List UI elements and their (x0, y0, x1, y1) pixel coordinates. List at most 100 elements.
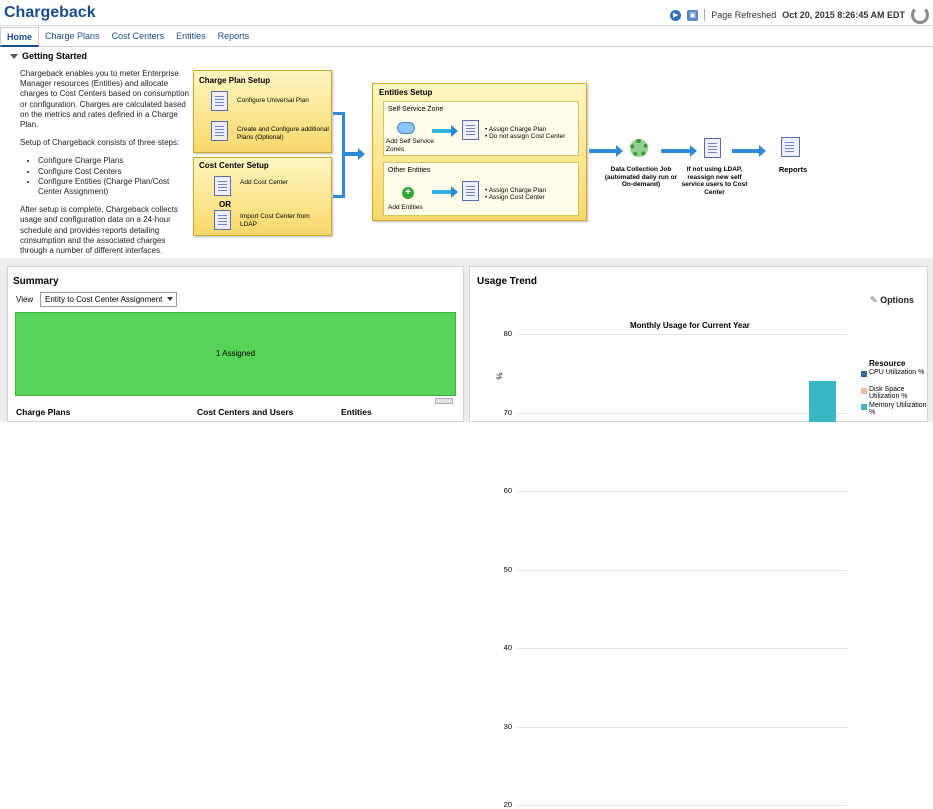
y-axis-label: % (495, 372, 505, 380)
y-tick-label: 20 (503, 800, 512, 809)
flow-arrow (661, 145, 697, 157)
view-label: View (16, 295, 34, 304)
self-service-zone-box: Self Service Zone Add Self Service Zones… (383, 101, 579, 156)
gs-steps: Configure Charge Plans Configure Cost Ce… (38, 156, 190, 197)
box-title: Cost Center Setup (199, 161, 269, 170)
flow-arrow (732, 145, 766, 157)
create-configure-label: Create and Configure additional Plans (O… (237, 126, 329, 141)
y-tick-label: 80 (503, 329, 512, 338)
slideshow-icon[interactable]: ▣ (687, 9, 699, 21)
header-tools: ▶ ▣ Page Refreshed Oct 20, 2015 8:26:45 … (670, 6, 929, 24)
chevron-down-icon (167, 297, 173, 301)
plan-document-icon (211, 91, 228, 111)
options-button[interactable]: ✎ Options (870, 295, 914, 306)
gs-step: Configure Entities (Charge Plan/Cost Cen… (38, 177, 190, 197)
refresh-icon[interactable] (911, 6, 929, 24)
setup-diagram: Charge Plan Setup Configure Universal Pl… (193, 67, 813, 240)
flow-arrow (589, 145, 623, 157)
reassign-document-icon (704, 138, 721, 158)
assigned-label: 1 Assigned (215, 349, 256, 358)
tab-bar: Home Charge Plans Cost Centers Entities … (0, 27, 933, 47)
cost-center-document-icon (214, 176, 231, 196)
tab-home[interactable]: Home (0, 27, 40, 47)
separator (704, 9, 706, 21)
gear-icon (630, 139, 648, 157)
cost-center-setup-box: Cost Center Setup Add Cost Center OR Imp… (193, 157, 332, 236)
getting-started-text: Chargeback enables you to meter Enterpri… (20, 69, 190, 264)
other-entities-box: Other Entities + Add Entities • Assign C… (383, 162, 579, 216)
flow-arrow (432, 125, 458, 137)
legend-swatch (861, 371, 867, 377)
gs-step: Configure Cost Centers (38, 167, 190, 177)
flow-arrow (345, 148, 365, 160)
grid-line (517, 412, 847, 414)
tab-cost-centers[interactable]: Cost Centers (106, 27, 171, 46)
gs-intro: Chargeback enables you to meter Enterpri… (20, 69, 189, 130)
app-header: Chargeback ▶ ▣ Page Refreshed Oct 20, 20… (0, 0, 933, 26)
pencil-icon: ✎ (870, 295, 878, 305)
grid-line (517, 805, 847, 806)
add-entities-label: Add Entities (388, 204, 423, 211)
usage-trend-title: Usage Trend (477, 276, 538, 287)
assign-document-icon (462, 181, 479, 201)
grid-line (517, 334, 847, 335)
reports-label: Reports (778, 165, 808, 174)
view-select-value: Entity to Cost Center Assignment (45, 295, 163, 304)
gs-steps-intro: Setup of Chargeback consists of three st… (20, 138, 180, 148)
refresh-time: Oct 20, 2015 8:26:45 AM EDT (782, 10, 905, 20)
ss-no-cost: • Do not assign Cost Center (485, 133, 566, 140)
or-label: OR (219, 200, 231, 209)
oe-assign-cost: • Assign Cost Center (485, 194, 545, 201)
legend-label: Disk Space Utilization % (869, 386, 908, 400)
col-cost-centers-users: Cost Centers and Users (197, 407, 294, 417)
grid-line (517, 726, 847, 728)
app-title: Chargeback (4, 4, 96, 21)
usage-trend-panel (469, 266, 928, 422)
flow-arrow (432, 186, 458, 198)
tab-entities[interactable]: Entities (170, 27, 212, 46)
chart-bar[interactable] (809, 381, 836, 422)
expand-button[interactable] (435, 398, 453, 404)
getting-started-title: Getting Started (22, 51, 88, 61)
add-entity-icon: + (402, 187, 414, 199)
legend-label: Memory Utilization % (869, 402, 927, 416)
y-tick-label: 60 (503, 486, 512, 495)
options-label: Options (880, 295, 915, 305)
view-select[interactable]: Entity to Cost Center Assignment (40, 292, 177, 307)
tab-reports[interactable]: Reports (212, 27, 256, 46)
legend-swatch (861, 404, 867, 410)
configure-universal-label: Configure Universal Plan (237, 97, 309, 104)
col-charge-plans: Charge Plans (16, 407, 71, 417)
plan-document-icon (211, 121, 228, 141)
gs-outro: After setup is complete, Chargeback coll… (20, 205, 178, 256)
legend-swatch (861, 388, 867, 394)
ldap-note-label: If not using LDAP, reassign new self ser… (681, 166, 748, 196)
play-icon[interactable]: ▶ (670, 9, 682, 21)
y-tick-label: 70 (503, 407, 512, 417)
cloud-icon (397, 122, 415, 134)
other-entities-title: Other Entities (388, 167, 431, 174)
reports-icon (781, 137, 800, 157)
data-collection-label: Data Collection Job (automated daily run… (604, 166, 678, 188)
chart-title: Monthly Usage for Current Year (630, 321, 750, 330)
legend-title: Resource (869, 359, 906, 368)
add-cost-center-label: Add Cost Center (240, 179, 289, 186)
col-entities: Entities (341, 407, 372, 417)
collapse-triangle-icon[interactable] (10, 54, 18, 59)
import-cost-center-label: Import Cost Center from LDAP (240, 213, 310, 228)
y-tick-label: 40 (503, 643, 512, 652)
assignment-treemap[interactable]: 1 Assigned (15, 312, 456, 396)
add-self-service-label: Add Self Service Zones (386, 138, 435, 153)
self-service-zone-title: Self Service Zone (388, 106, 444, 113)
assign-document-icon (462, 120, 479, 140)
grid-line (517, 648, 847, 649)
tab-charge-plans[interactable]: Charge Plans (39, 27, 106, 46)
y-tick-label: 30 (503, 721, 512, 731)
legend-label: CPU Utilization % (869, 369, 925, 376)
getting-started-toggle[interactable]: Getting Started (10, 51, 87, 61)
summary-title: Summary (13, 276, 59, 287)
refresh-label: Page Refreshed (711, 10, 777, 20)
box-title: Charge Plan Setup (199, 76, 271, 85)
y-tick-label: 50 (503, 564, 512, 574)
import-document-icon (214, 210, 231, 230)
